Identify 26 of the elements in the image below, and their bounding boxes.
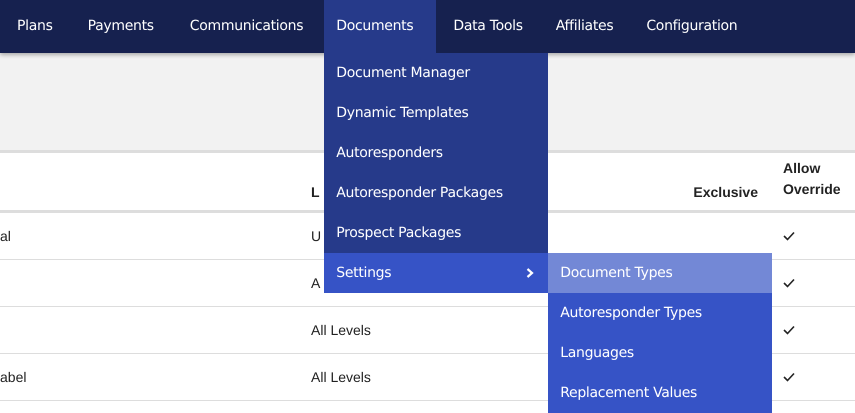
nav-tab[interactable]: Affiliates: [538, 0, 630, 53]
chevron-right-icon: [526, 268, 534, 278]
menu-item[interactable]: Autoresponders: [324, 133, 548, 173]
table-cell: abel: [0, 369, 26, 385]
menu-item[interactable]: Autoresponder Packages: [324, 173, 548, 213]
nav-tab[interactable]: Data Tools: [436, 0, 539, 53]
column-header: Allow Override: [783, 159, 842, 199]
column-header: Exclusive: [693, 184, 758, 200]
nav-tab[interactable]: Documents: [324, 0, 436, 53]
nav-tab[interactable]: Plans: [0, 0, 71, 53]
menu-item[interactable]: Prospect Packages: [324, 213, 548, 253]
menu-item[interactable]: Autoresponder Types: [548, 293, 772, 333]
nav-tab[interactable]: Communications: [172, 0, 324, 53]
column-header: L: [311, 184, 320, 200]
menu-item[interactable]: Document Manager: [324, 53, 548, 93]
table-cell: All Levels: [311, 322, 371, 338]
menu-item[interactable]: Languages: [548, 333, 772, 373]
nav-tab[interactable]: Configuration: [629, 0, 754, 53]
nav-tab[interactable]: Payments: [70, 0, 173, 53]
menu-item[interactable]: Replacement Values: [548, 373, 772, 413]
menu-item[interactable]: Settings: [324, 253, 548, 293]
table-cell: U: [311, 228, 322, 244]
table-cell: A: [311, 275, 320, 291]
menu-item[interactable]: Dynamic Templates: [324, 93, 548, 133]
table-cell: al: [0, 228, 11, 244]
table-cell: All Levels: [311, 369, 371, 385]
